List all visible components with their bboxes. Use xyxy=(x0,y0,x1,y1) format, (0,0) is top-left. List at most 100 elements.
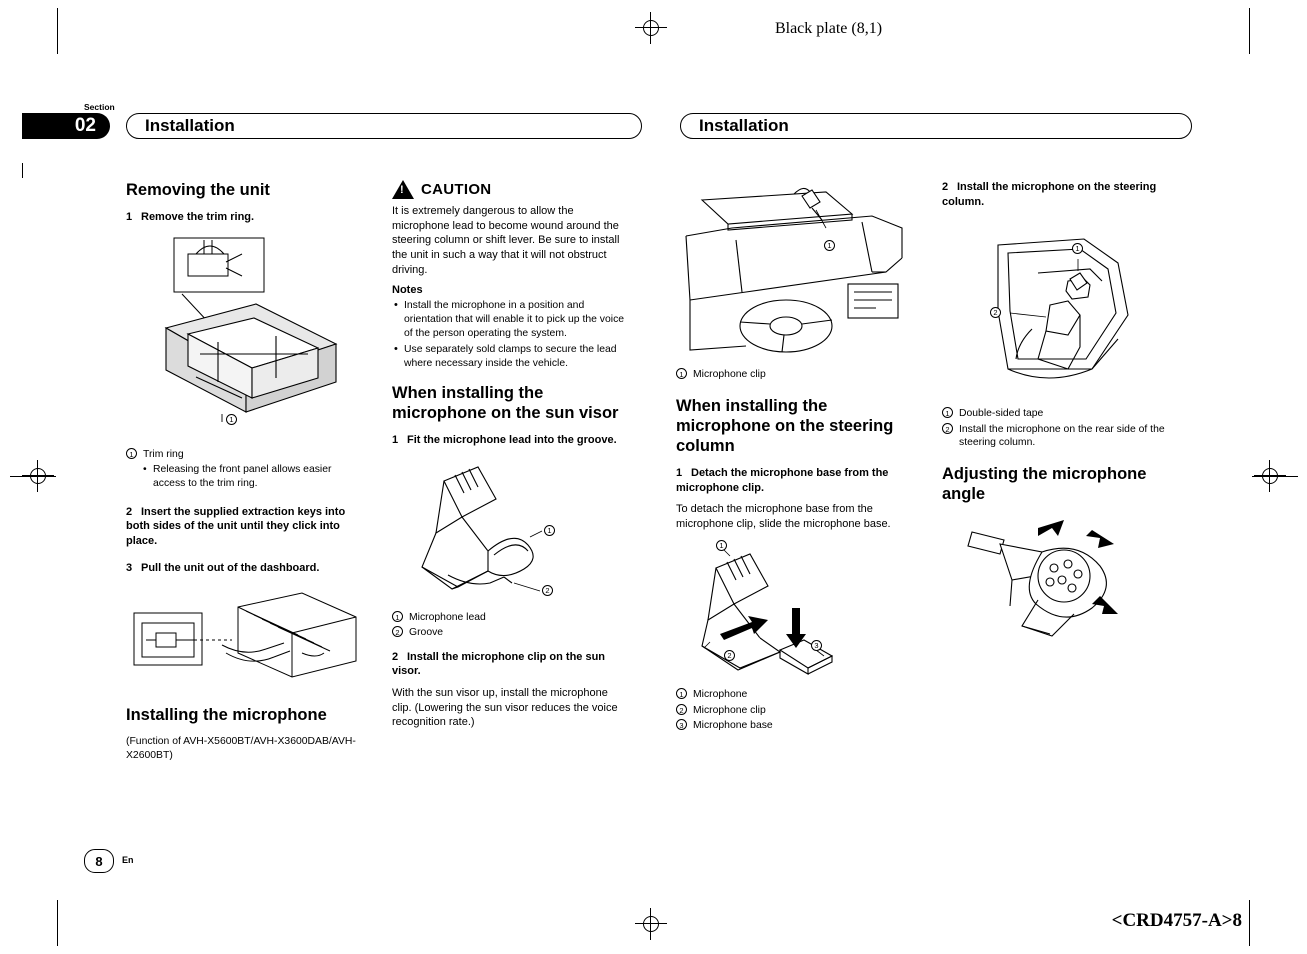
figure-microphone-lead: 1 2 xyxy=(392,455,628,607)
heading-adjusting-angle: Adjusting the microphone angle xyxy=(942,464,1147,503)
step-text: Insert the supplied extraction keys into… xyxy=(126,505,346,547)
column-3: 1 1 Microphone clip When installing the … xyxy=(676,180,912,743)
legend-row: 1 Double-sided tape xyxy=(942,407,1178,421)
step-text: Install the microphone on the steering c… xyxy=(942,181,1157,208)
legend-microphone-clip: 1 Microphone clip xyxy=(676,368,912,382)
step-number: 3 xyxy=(126,561,133,574)
callout-number: 1 xyxy=(392,610,409,625)
header-bar-left: Installation xyxy=(126,113,642,139)
callout-number: 1 xyxy=(942,407,959,421)
legend-text: Groove xyxy=(409,627,444,639)
registration-mark-left xyxy=(22,460,54,492)
legend-text: Microphone base xyxy=(693,720,773,732)
note-item: Use separately sold clamps to secure the… xyxy=(392,342,628,370)
legend-text: Microphone lead xyxy=(409,611,486,623)
callout-number: 3 xyxy=(676,719,693,733)
step-install-mic-steering: 2 Install the microphone on the steering … xyxy=(942,180,1178,209)
step-number: 1 xyxy=(676,466,683,479)
callout-number: 1 xyxy=(676,368,693,382)
column-1: Removing the unit 1 Remove the trim ring. xyxy=(126,180,362,770)
legend-text: Microphone xyxy=(693,689,748,701)
legend-microphone-lead: 1 Microphone lead 2 Groove xyxy=(392,610,628,640)
callout-number: 2 xyxy=(392,626,409,640)
caution-title: CAUTION xyxy=(421,181,492,198)
heading-removing-the-unit: Removing the unit xyxy=(126,181,270,199)
legend-row: 2 Install the microphone on the rear sid… xyxy=(942,422,1178,450)
legend-row: 2 Microphone clip xyxy=(676,703,912,718)
legend-text: Microphone clip xyxy=(693,704,766,716)
figure-adjusting-angle xyxy=(942,514,1178,644)
document-page: Black plate (8,1) <CRD4757-A>8 Section 0… xyxy=(0,0,1307,954)
registration-mark-right xyxy=(1254,460,1286,492)
step-text: Pull the unit out of the dashboard. xyxy=(141,561,320,574)
legend-row: 1 Microphone clip xyxy=(676,368,912,382)
legend-row: 1 Trim ring xyxy=(126,447,362,462)
figure-trim-ring: 1 xyxy=(126,232,362,444)
step-text: Detach the microphone base from the micr… xyxy=(676,466,889,494)
bullet-glyph: • xyxy=(143,464,147,476)
figure-extraction-keys xyxy=(126,583,362,695)
heading-sun-visor: When installing the microphone on the su… xyxy=(392,383,619,422)
figure-callout-1: 1 xyxy=(226,413,237,425)
crop-mark-br-v xyxy=(1249,900,1250,946)
callout-number: 1 xyxy=(126,447,143,462)
crd-code: <CRD4757-A>8 xyxy=(1111,910,1242,931)
caution-header: CAUTION xyxy=(392,180,628,199)
column-4: 2 Install the microphone on the steering … xyxy=(942,180,1178,644)
figure-callout-2: 2 xyxy=(542,584,553,596)
callout-number: 1 xyxy=(676,688,693,702)
step-number: 1 xyxy=(126,211,133,224)
figure-car-interior: 1 xyxy=(676,180,912,364)
registration-mark-bottom xyxy=(635,908,667,940)
step-text: Remove the trim ring. xyxy=(141,211,255,224)
notes-list: Install the microphone in a position and… xyxy=(392,298,628,371)
step-detach-body: To detach the microphone base from the m… xyxy=(676,503,891,530)
legend-note-text: Releasing the front panel allows easier … xyxy=(153,464,332,489)
black-plate-label: Black plate (8,1) xyxy=(0,20,1307,38)
notes-title: Notes xyxy=(392,284,423,297)
edge-tick-left xyxy=(22,163,23,178)
step-install-clip-sunvisor: 2 Install the microphone clip on the sun … xyxy=(392,650,628,679)
step-remove-trim-ring: 1 Remove the trim ring. xyxy=(126,210,362,225)
page-language: En xyxy=(122,855,134,865)
legend-row: 2 Groove xyxy=(392,626,628,640)
callout-number: 2 xyxy=(676,703,693,718)
heading-steering-column: When installing the microphone on the st… xyxy=(676,396,894,455)
legend-row: 3 Microphone base xyxy=(676,719,912,733)
figure-steering-column-install: 1 2 xyxy=(942,219,1178,403)
section-number-badge: 02 xyxy=(22,113,110,139)
legend-detach-base: 1 Microphone 2 Microphone clip 3 Microph… xyxy=(676,688,912,733)
legend-row: 1 Microphone lead xyxy=(392,610,628,625)
caution-body: It is extremely dangerous to allow the m… xyxy=(392,205,620,276)
legend-steering-install: 1 Double-sided tape 2 Install the microp… xyxy=(942,407,1178,450)
column-2: CAUTION It is extremely dangerous to all… xyxy=(392,180,628,737)
microphone-function-note: (Function of AVH-X5600BT/AVH-X3600DAB/AV… xyxy=(126,736,356,762)
black-plate-text: Black plate (8,1) xyxy=(774,20,883,37)
step-number: 2 xyxy=(942,181,949,193)
note-item: Install the microphone in a position and… xyxy=(392,298,628,340)
step-number: 1 xyxy=(392,434,399,447)
step-number: 2 xyxy=(392,650,399,663)
legend-text: Install the microphone on the rear side … xyxy=(959,423,1165,449)
legend-note: • Releasing the front panel allows easier… xyxy=(126,463,362,490)
step-insert-extraction-keys: 2 Insert the supplied extraction keys int… xyxy=(126,505,362,549)
warning-triangle-icon xyxy=(392,180,414,199)
step-fit-lead-groove: 1 Fit the microphone lead into the groove… xyxy=(392,433,628,448)
header-bar-right: Installation xyxy=(680,113,1192,139)
step-text: Install the microphone clip on the sun v… xyxy=(392,650,606,678)
step-text: Fit the microphone lead into the groove. xyxy=(407,434,617,447)
figure-detach-base: 1 2 3 xyxy=(676,538,912,684)
callout-number: 2 xyxy=(942,422,959,450)
page-number: 8 xyxy=(84,849,114,873)
step-pull-unit-out: 3 Pull the unit out of the dashboard. xyxy=(126,561,362,576)
legend-trim-ring: 1 Trim ring • Releasing the front panel a… xyxy=(126,447,362,491)
step-number: 2 xyxy=(126,505,133,518)
figure-callout-1: 1 xyxy=(824,240,835,251)
legend-row: 1 Microphone xyxy=(676,688,912,702)
legend-text: Microphone clip xyxy=(693,369,766,380)
step-detach-mic-base: 1 Detach the microphone base from the mic… xyxy=(676,466,912,495)
step-install-clip-body: With the sun visor up, install the micro… xyxy=(392,686,618,729)
heading-installing-the-microphone: Installing the microphone xyxy=(126,706,327,725)
figure-callout-1: 1 xyxy=(544,524,555,536)
legend-text: Trim ring xyxy=(143,448,184,460)
